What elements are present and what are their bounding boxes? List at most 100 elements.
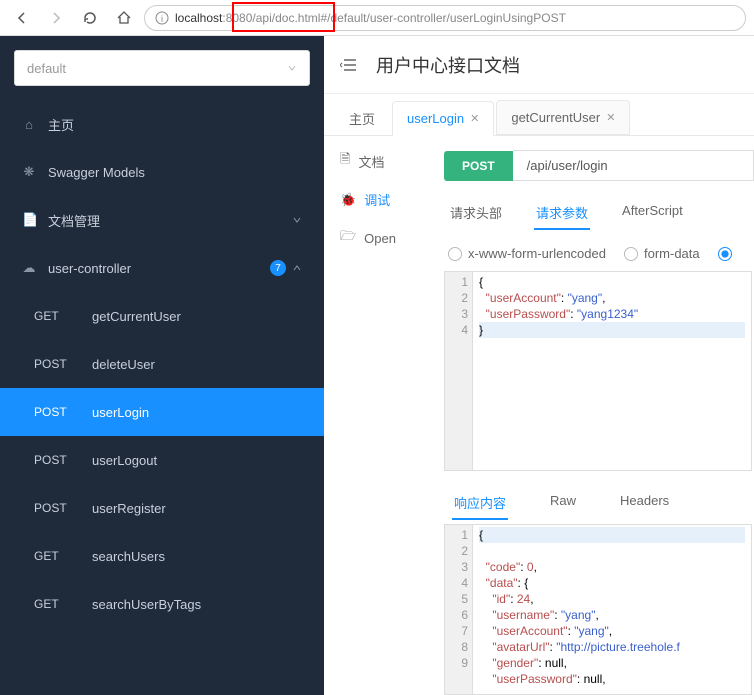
body-type-form-data[interactable]: form-data xyxy=(624,246,700,261)
body-type-label: form-data xyxy=(644,246,700,261)
mode-panel: 🗎 文档 🐞 调试 🗁 Open xyxy=(324,136,444,695)
endpoint-userLogout[interactable]: POST userLogout xyxy=(0,436,324,484)
count-badge: 7 xyxy=(270,260,286,276)
endpoint-label: getCurrentUser xyxy=(92,309,181,324)
header: 用户中心接口文档 xyxy=(324,36,754,94)
response-tabs: 响应内容 Raw Headers xyxy=(444,483,754,524)
req-tab-AfterScript[interactable]: AfterScript xyxy=(620,197,685,230)
resp-tab-Headers[interactable]: Headers xyxy=(618,487,671,520)
resp-tab-Raw[interactable]: Raw xyxy=(548,487,578,520)
chevron-down-icon xyxy=(292,215,302,225)
endpoint-deleteUser[interactable]: POST deleteUser xyxy=(0,340,324,388)
swagger-icon: ❋ xyxy=(22,164,36,180)
spec-selector[interactable]: default xyxy=(14,50,310,86)
body-type-raw[interactable] xyxy=(718,247,732,261)
resp-tab-响应内容[interactable]: 响应内容 xyxy=(452,487,508,520)
back-button[interactable] xyxy=(8,4,36,32)
close-icon[interactable]: ✕ xyxy=(470,112,479,125)
info-icon: i xyxy=(155,11,169,25)
radio-icon xyxy=(624,247,638,261)
menu-swagger-models[interactable]: ❋ Swagger Models xyxy=(0,148,324,196)
endpoint-label: userLogout xyxy=(92,453,157,468)
home-icon: ⌂ xyxy=(22,117,36,132)
http-method: POST xyxy=(34,357,74,371)
close-icon[interactable]: ✕ xyxy=(606,111,615,124)
body-type-x-www-form-urlencoded[interactable]: x-www-form-urlencoded xyxy=(448,246,606,261)
menu-label: 主页 xyxy=(48,115,74,134)
http-method: POST xyxy=(34,405,74,419)
menu-label: Swagger Models xyxy=(48,165,145,180)
api-path-row: POST /api/user/login xyxy=(444,150,754,181)
sidebar: default ⌂ 主页 ❋ Swagger Models 📄 文档管理 ☁ user-… xyxy=(0,36,324,695)
mode-调试[interactable]: 🐞 调试 xyxy=(324,190,444,209)
cloud-icon: ☁ xyxy=(22,260,36,276)
chevron-down-icon xyxy=(287,63,297,73)
code-line: } xyxy=(479,322,745,338)
http-method: POST xyxy=(34,501,74,515)
code-line: "userAccount": "yang", xyxy=(479,291,605,305)
body-type-label: x-www-form-urlencoded xyxy=(468,246,606,261)
open-icon: 🗁 xyxy=(340,227,356,249)
endpoint-searchUsers[interactable]: GET searchUsers xyxy=(0,532,324,580)
collapse-sidebar-button[interactable] xyxy=(340,56,358,74)
req-tab-请求参数[interactable]: 请求参数 xyxy=(534,197,590,230)
browser-toolbar: i localhost:8080/api/doc.html#/default/u… xyxy=(0,0,754,36)
http-method: POST xyxy=(34,453,74,467)
radio-icon xyxy=(718,247,732,261)
request-body-editor[interactable]: 1234 { "userAccount": "yang", "userPassw… xyxy=(444,271,752,471)
url-text: localhost:8080/api/doc.html#/default/use… xyxy=(175,11,566,25)
req-tab-请求头部[interactable]: 请求头部 xyxy=(448,197,504,230)
api-path: /api/user/login xyxy=(513,150,754,181)
mode-文档[interactable]: 🗎 文档 xyxy=(324,150,444,172)
endpoint-userRegister[interactable]: POSTuserRegister xyxy=(0,484,324,532)
tab-label: userLogin xyxy=(407,111,464,126)
http-method: GET xyxy=(34,309,74,323)
menu-user-controller[interactable]: ☁ user-controller 7 xyxy=(0,244,324,292)
line-gutter: 123456789 xyxy=(445,525,473,694)
detail-panel: POST /api/user/login 请求头部请求参数 AfterScript… xyxy=(444,136,754,695)
code-line: { xyxy=(479,275,483,289)
mode-label: 调试 xyxy=(364,190,390,209)
tab-label: getCurrentUser xyxy=(511,110,600,125)
tabs: 主页 userLogin ✕ getCurrentUser ✕ xyxy=(324,94,754,136)
mode-label: 文档 xyxy=(358,152,384,171)
menu-label: 文档管理 xyxy=(48,211,100,230)
http-method: GET xyxy=(34,549,74,563)
radio-icon xyxy=(448,247,462,261)
endpoint-getCurrentUser[interactable]: GET getCurrentUser xyxy=(0,292,324,340)
chevron-up-icon xyxy=(292,263,302,273)
spec-value: default xyxy=(27,61,66,76)
home-button[interactable] xyxy=(110,4,138,32)
endpoint-label: searchUsers xyxy=(92,549,165,564)
forward-button[interactable] xyxy=(42,4,70,32)
endpoint-label: deleteUser xyxy=(92,357,155,372)
tab-userLogin[interactable]: userLogin ✕ xyxy=(392,101,494,136)
tab-主页[interactable]: 主页 xyxy=(334,100,390,135)
svg-text:i: i xyxy=(161,14,163,24)
main-content: 用户中心接口文档 主页 userLogin ✕ getCurrentUser ✕ 🗎 文档… xyxy=(324,36,754,695)
page-title: 用户中心接口文档 xyxy=(376,52,520,78)
doc-icon: 🗎 xyxy=(340,150,350,172)
tab-label: 主页 xyxy=(349,109,375,128)
doc-icon: 📄 xyxy=(22,212,36,228)
line-gutter: 1234 xyxy=(445,272,473,470)
endpoint-searchUserByTags[interactable]: GETsearchUserByTags xyxy=(0,580,324,628)
code-body[interactable]: { "userAccount": "yang", "userPassword":… xyxy=(473,272,751,470)
bug-icon: 🐞 xyxy=(340,192,356,208)
url-bar[interactable]: i localhost:8080/api/doc.html#/default/u… xyxy=(144,5,746,31)
menu-home[interactable]: ⌂ 主页 xyxy=(0,100,324,148)
tab-getCurrentUser[interactable]: getCurrentUser ✕ xyxy=(496,100,630,135)
code-body: { "code": 0, "data": { "id": 24, "userna… xyxy=(473,525,751,694)
menu-doc-management[interactable]: 📄 文档管理 xyxy=(0,196,324,244)
endpoint-label: userLogin xyxy=(92,405,149,420)
http-method: GET xyxy=(34,597,74,611)
reload-button[interactable] xyxy=(76,4,104,32)
endpoint-userLogin[interactable]: POST userLogin xyxy=(0,388,324,436)
response-body: 123456789 { "code": 0, "data": { "id": 2… xyxy=(444,524,752,695)
mode-label: Open xyxy=(364,231,396,246)
code-line: "userPassword": "yang1234" xyxy=(479,307,638,321)
mode-Open[interactable]: 🗁 Open xyxy=(324,227,444,249)
method-badge: POST xyxy=(444,151,513,181)
body-type-row: x-www-form-urlencoded form-data xyxy=(444,236,754,271)
menu-label: user-controller xyxy=(48,261,131,276)
